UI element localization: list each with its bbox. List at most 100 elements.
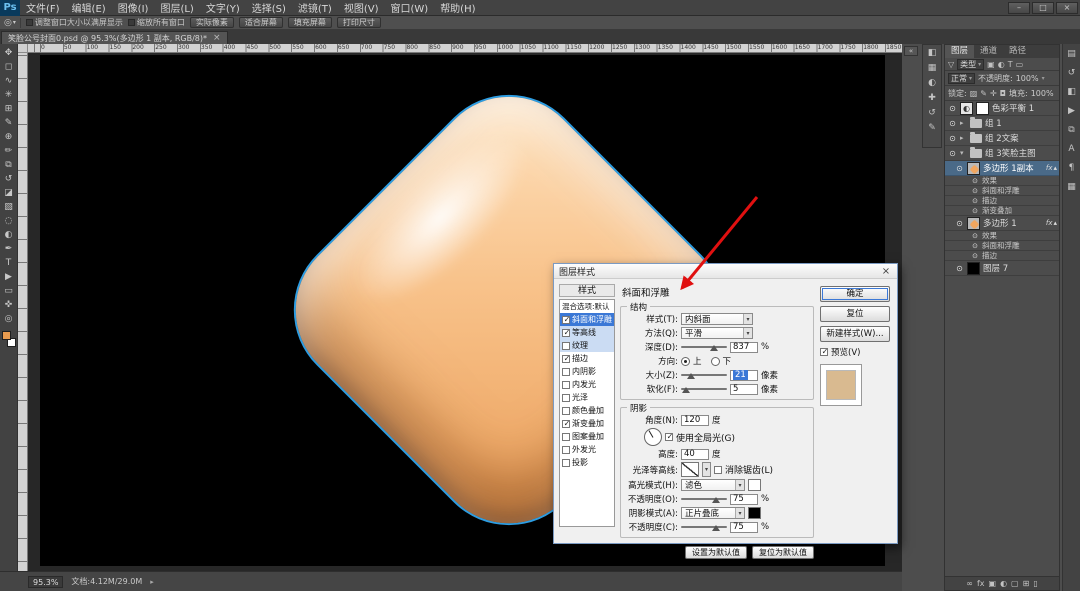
options-button[interactable]: 实际像素 (190, 17, 234, 28)
style-item[interactable]: 等高线 (560, 326, 614, 339)
tool-preset-picker[interactable]: ◎ ▾ (4, 18, 21, 28)
dodge-tool[interactable]: ◐ (2, 229, 16, 242)
panel-tab[interactable]: 图层 (945, 45, 974, 58)
shadow-opacity-slider[interactable] (681, 522, 727, 532)
path-selection-tool[interactable]: ▶ (2, 271, 16, 284)
menu-item[interactable]: 帮助(H) (434, 0, 481, 15)
options-checkbox[interactable]: 缩放所有窗口 (128, 17, 185, 28)
size-slider[interactable] (681, 370, 727, 380)
type-tool[interactable]: T (2, 257, 16, 270)
shadow-mode-select[interactable]: 正片叠底▾ (681, 507, 745, 519)
style-checkbox[interactable] (562, 394, 570, 402)
chevron-down-icon[interactable]: ▾ (1042, 75, 1045, 82)
status-expand-icon[interactable]: ▸ (150, 578, 154, 586)
style-item[interactable]: 纹理 (560, 339, 614, 352)
layer-row[interactable]: ⊙ 渐变叠加 fx (945, 206, 1059, 216)
zoom-level-field[interactable]: 95.3% (28, 576, 63, 588)
style-checkbox[interactable] (562, 342, 570, 350)
swatches-panel-icon[interactable]: ▦ (924, 62, 940, 75)
style-item[interactable]: 内阴影 (560, 365, 614, 378)
style-checkbox[interactable] (562, 329, 570, 337)
style-checkbox[interactable] (562, 381, 570, 389)
visibility-eye-icon[interactable]: ⊙ (971, 207, 979, 215)
soften-input[interactable]: 5 (730, 384, 758, 395)
shadow-opacity-input[interactable]: 75 (730, 522, 758, 533)
visibility-eye-icon[interactable]: ⊙ (971, 187, 979, 195)
menu-item[interactable]: 编辑(E) (66, 0, 112, 15)
expand-collapse-icon[interactable]: ▸ (960, 134, 967, 142)
options-button[interactable]: 适合屏幕 (239, 17, 283, 28)
direction-down-radio[interactable] (711, 357, 720, 366)
options-button[interactable]: 填充屏幕 (288, 17, 332, 28)
style-item[interactable]: 斜面和浮雕 (560, 313, 614, 326)
lock-transparent-pixels-icon[interactable]: ▨ (970, 89, 978, 98)
adjustments-panel-icon[interactable]: ◐ (924, 77, 940, 90)
expand-collapse-icon[interactable]: ▾ (960, 149, 967, 157)
highlight-opacity-slider[interactable] (681, 494, 727, 504)
filter-adjustment-layers-icon[interactable]: ◐ (998, 60, 1005, 69)
dialog-titlebar[interactable]: 图层样式 × (554, 264, 897, 279)
visibility-eye-icon[interactable]: ⊙ (955, 219, 964, 228)
style-checkbox[interactable] (562, 446, 570, 454)
reset-default-button[interactable]: 复位为默认值 (752, 546, 814, 559)
depth-input[interactable]: 837 (730, 342, 758, 353)
layer-row[interactable]: ⊙ 多边形 1 fx▴ (945, 216, 1059, 231)
angle-dial[interactable] (644, 428, 662, 446)
healing-brush-tool[interactable]: ⊕ (2, 131, 16, 144)
visibility-eye-icon[interactable]: ⊙ (971, 177, 979, 185)
new-style-button[interactable]: 新建样式(W)... (820, 326, 890, 342)
technique-select[interactable]: 平滑▾ (681, 327, 753, 339)
blur-tool[interactable]: ◌ (2, 215, 16, 228)
size-input[interactable]: 21 (730, 370, 758, 381)
fx-badge[interactable]: fx▴ (1046, 164, 1057, 172)
style-checkbox[interactable] (562, 316, 570, 324)
brush-tool[interactable]: ✏ (2, 145, 16, 158)
layer-row[interactable]: ⊙ ▾ 组 3笑脸主图 fx (945, 146, 1059, 161)
delete-layer-icon[interactable]: ▯ (1033, 579, 1037, 588)
marquee-tool[interactable]: ◻ (2, 61, 16, 74)
soften-slider[interactable] (681, 384, 727, 394)
history-panel-icon[interactable]: ↺ (924, 107, 940, 120)
blend-mode-select[interactable]: 正常▾ (948, 73, 975, 84)
lasso-tool[interactable]: ∿ (2, 75, 16, 88)
gradient-tool[interactable]: ▧ (2, 201, 16, 214)
layer-thumbnail[interactable] (967, 162, 980, 175)
collapsed-panel-icon[interactable]: ▦ (1064, 181, 1080, 194)
lock-position-icon[interactable]: ✛ (990, 89, 997, 98)
layer-row[interactable]: ⊙ ▸ 组 2文案 fx (945, 131, 1059, 146)
style-item[interactable]: 渐变叠加 (560, 417, 614, 430)
lock-image-pixels-icon[interactable]: ✎ (980, 89, 987, 98)
highlight-mode-swatch[interactable] (748, 479, 761, 491)
panel-tab[interactable]: 路径 (1003, 45, 1032, 58)
layer-row[interactable]: ⊙ 图层 7 fx (945, 261, 1059, 276)
set-default-button[interactable]: 设置为默认值 (685, 546, 747, 559)
properties-panel-icon[interactable]: ✎ (924, 122, 940, 135)
layer-style-icon[interactable]: fx (977, 579, 985, 588)
reset-button[interactable]: 复位 (820, 306, 890, 322)
style-checkbox[interactable] (562, 459, 570, 467)
menu-item[interactable]: 选择(S) (246, 0, 292, 15)
menu-item[interactable]: 滤镜(T) (292, 0, 338, 15)
document-tab[interactable]: 笑脸公号封面0.psd @ 95.3%(多边形 1 副本, RGB/8)* × (1, 31, 228, 44)
color-panel-icon[interactable]: ◧ (924, 47, 940, 60)
dialog-close-button[interactable]: × (880, 266, 892, 277)
highlight-mode-select[interactable]: 滤色▾ (681, 479, 745, 491)
style-checkbox[interactable] (562, 368, 570, 376)
visibility-eye-icon[interactable]: ⊙ (971, 252, 979, 260)
collapsed-panel-icon[interactable]: ¶ (1064, 162, 1080, 175)
menu-item[interactable]: 图层(L) (154, 0, 199, 15)
layer-mask-thumbnail[interactable] (976, 102, 989, 115)
ok-button[interactable]: 确定 (820, 286, 890, 302)
antialias-checkbox[interactable] (714, 466, 722, 474)
visibility-eye-icon[interactable]: ⊙ (955, 164, 964, 173)
new-layer-icon[interactable]: ⊞ (1023, 579, 1030, 588)
visibility-eye-icon[interactable]: ⊙ (948, 104, 957, 113)
style-checkbox[interactable] (562, 433, 570, 441)
filter-shape-layers-icon[interactable]: ▭ (1016, 60, 1024, 69)
visibility-eye-icon[interactable]: ⊙ (948, 134, 957, 143)
shadow-mode-swatch[interactable] (748, 507, 761, 519)
crop-tool[interactable]: ⊞ (2, 103, 16, 116)
new-group-icon[interactable]: ▢ (1011, 579, 1019, 588)
expand-collapse-icon[interactable]: ▸ (960, 119, 967, 127)
style-checkbox[interactable] (562, 407, 570, 415)
